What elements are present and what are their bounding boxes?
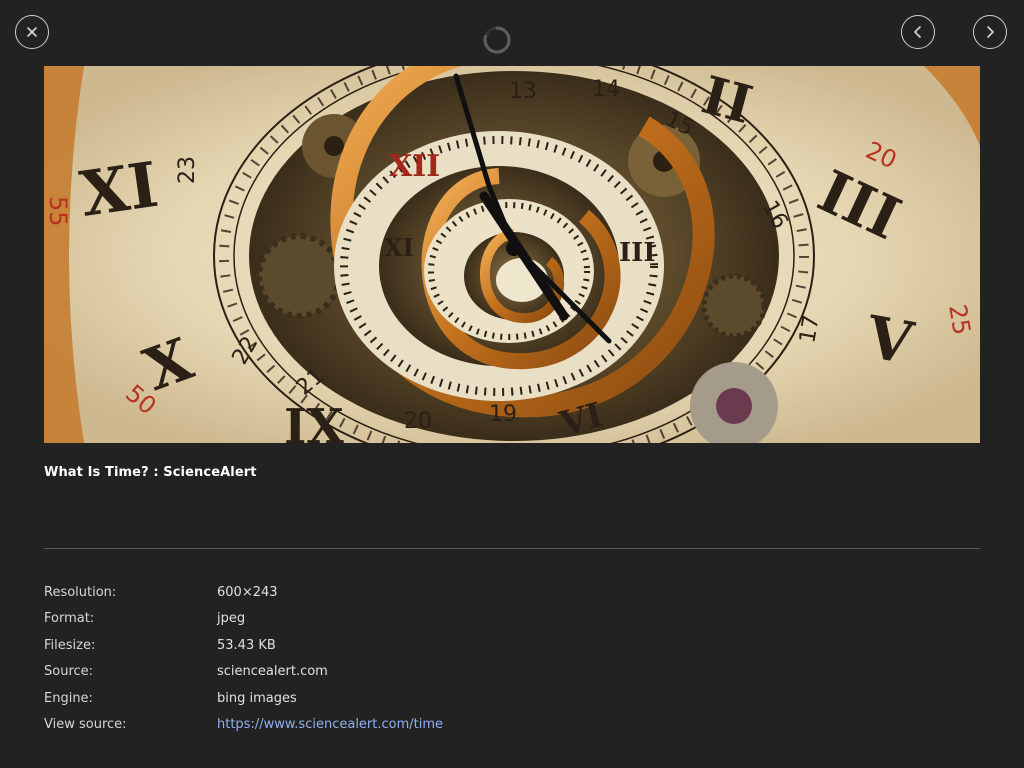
- svg-text:17: 17: [795, 313, 824, 345]
- close-icon: [27, 27, 37, 37]
- detail-row-engine: Engine: bing images: [44, 691, 443, 717]
- chevron-right-icon: [987, 26, 994, 38]
- image-details: Resolution: 600×243 Format: jpeg Filesiz…: [44, 585, 443, 743]
- svg-text:XII: XII: [389, 149, 440, 184]
- detail-value: sciencealert.com: [217, 664, 328, 680]
- detail-value: jpeg: [217, 611, 246, 627]
- svg-text:XI: XI: [384, 233, 414, 262]
- spiral-clock-image: XI II III V X IX XII III XI VI 23 22 21 …: [44, 66, 980, 443]
- next-image-button[interactable]: [973, 15, 1007, 49]
- detail-label: View source:: [44, 716, 127, 732]
- chevron-left-icon: [914, 26, 921, 38]
- svg-text:IX: IX: [284, 399, 344, 443]
- detail-label: Format:: [44, 611, 95, 627]
- svg-text:III: III: [619, 238, 656, 268]
- detail-label: Engine:: [44, 690, 93, 706]
- detail-label: Filesize:: [44, 637, 96, 653]
- image-title: What Is Time? : ScienceAlert: [44, 465, 257, 480]
- detail-row-view-source: View source: https://www.sciencealert.co…: [44, 717, 443, 743]
- image-detail-viewer: XI II III V X IX XII III XI VI 23 22 21 …: [0, 0, 1024, 768]
- detail-label: Resolution:: [44, 585, 117, 600]
- view-source-link[interactable]: https://www.sciencealert.com/time: [217, 717, 443, 732]
- detail-value: 600×243: [217, 585, 278, 600]
- detail-row-filesize: Filesize: 53.43 KB: [44, 638, 443, 664]
- detail-label: Source:: [44, 664, 94, 680]
- svg-text:19: 19: [489, 402, 517, 427]
- loading-spinner-icon: [483, 26, 511, 54]
- close-button[interactable]: [15, 15, 49, 49]
- svg-text:XI: XI: [76, 148, 163, 231]
- detail-row-resolution: Resolution: 600×243: [44, 585, 443, 611]
- divider: [44, 548, 980, 549]
- detail-row-format: Format: jpeg: [44, 611, 443, 637]
- detail-value: bing images: [217, 690, 297, 706]
- svg-text:25: 25: [943, 302, 976, 337]
- svg-text:20: 20: [404, 409, 432, 434]
- preview-image[interactable]: XI II III V X IX XII III XI VI 23 22 21 …: [44, 66, 980, 443]
- svg-text:14: 14: [592, 77, 620, 102]
- previous-image-button[interactable]: [901, 15, 935, 49]
- detail-value: 53.43 KB: [217, 637, 276, 653]
- svg-text:13: 13: [509, 79, 537, 104]
- svg-text:23: 23: [175, 156, 200, 184]
- detail-row-source: Source: sciencealert.com: [44, 664, 443, 690]
- svg-text:55: 55: [44, 196, 72, 227]
